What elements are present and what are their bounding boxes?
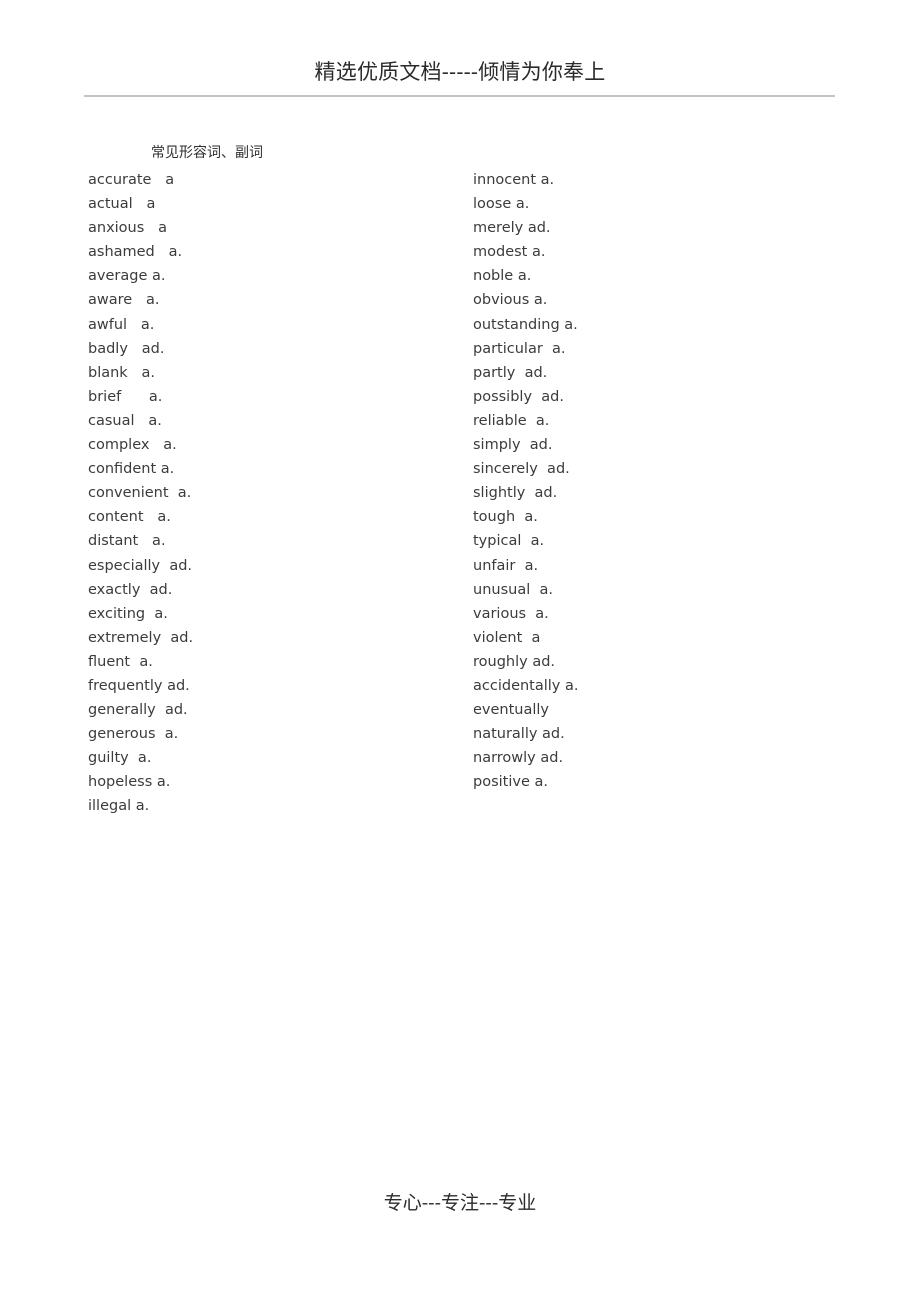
word-entry: generous a. [88, 726, 179, 743]
word-entry: average a. [88, 268, 166, 285]
word-list-right-column: innocent a. loose a. merely ad. modest a… [473, 168, 853, 794]
word-entry: badly ad. [88, 340, 165, 357]
word-entry: casual a. [88, 412, 162, 429]
word-entry: noble a. [473, 268, 532, 285]
word-list-left-column: accurate a actual a anxious a ashamed a.… [88, 168, 448, 819]
word-entry: hopeless a. [88, 774, 171, 791]
word-entry: aware a. [88, 292, 160, 309]
word-entry: simply ad. [473, 437, 553, 454]
word-entry: unusual a. [473, 581, 553, 598]
section-title: 常见形容词、副词 [151, 145, 263, 161]
word-entry: fluent a. [88, 653, 153, 670]
word-entry: modest a. [473, 244, 546, 261]
word-entry: roughly ad. [473, 653, 556, 670]
word-entry: outstanding a. [473, 316, 578, 333]
word-entry: unfair a. [473, 557, 539, 574]
word-entry: violent a [473, 629, 541, 646]
word-entry: frequently ad. [88, 677, 190, 694]
word-entry: exactly ad. [88, 581, 173, 598]
word-entry: actual a [88, 196, 156, 213]
word-entry: extremely ad. [88, 629, 194, 646]
word-entry: tough a. [473, 509, 538, 526]
word-entry: positive a. [473, 774, 548, 791]
word-entry: blank a. [88, 364, 156, 381]
word-entry: brief a. [88, 388, 163, 405]
word-entry: possibly ad. [473, 388, 564, 405]
header-divider [84, 95, 835, 97]
word-entry: reliable a. [473, 412, 550, 429]
word-entry: especially ad. [88, 557, 193, 574]
word-entry: merely ad. [473, 220, 551, 237]
word-entry: typical a. [473, 533, 545, 550]
word-list-columns: accurate a actual a anxious a ashamed a.… [0, 168, 920, 828]
word-entry: obvious a. [473, 292, 548, 309]
word-entry: partly ad. [473, 364, 548, 381]
word-entry: innocent a. [473, 172, 555, 188]
word-entry: sincerely ad. [473, 461, 570, 478]
word-entry: exciting a. [88, 605, 168, 622]
word-entry: narrowly ad. [473, 750, 564, 767]
word-entry: awful a. [88, 316, 155, 333]
word-entry: particular a. [473, 340, 566, 357]
word-entry: slightly ad. [473, 485, 558, 502]
word-entry: generally ad. [88, 702, 188, 719]
word-entry: accurate a [88, 172, 175, 188]
word-entry: anxious a [88, 220, 168, 237]
word-entry: convenient a. [88, 485, 192, 502]
word-entry: complex a. [88, 437, 177, 454]
word-entry: naturally ad. [473, 726, 565, 743]
word-entry: distant a. [88, 533, 166, 550]
document-page: 精选优质文档-----倾情为你奉上 常见形容词、副词 accurate a ac… [0, 0, 920, 1302]
word-entry: confident a. [88, 461, 175, 478]
word-entry: content a. [88, 509, 171, 526]
word-entry: illegal a. [88, 798, 150, 815]
word-entry: various a. [473, 605, 549, 622]
footer-text: 专心---专注---专业 [383, 1192, 537, 1214]
word-entry: accidentally a. [473, 677, 579, 694]
page-footer: 专心---专注---专业 [0, 1190, 920, 1216]
header-title: 精选优质文档-----倾情为你奉上 [314, 60, 606, 84]
word-entry: eventually [473, 702, 550, 719]
word-entry: ashamed a. [88, 244, 183, 261]
word-entry: guilty a. [88, 750, 152, 767]
word-entry: loose a. [473, 196, 530, 213]
page-header: 精选优质文档-----倾情为你奉上 [0, 58, 920, 86]
